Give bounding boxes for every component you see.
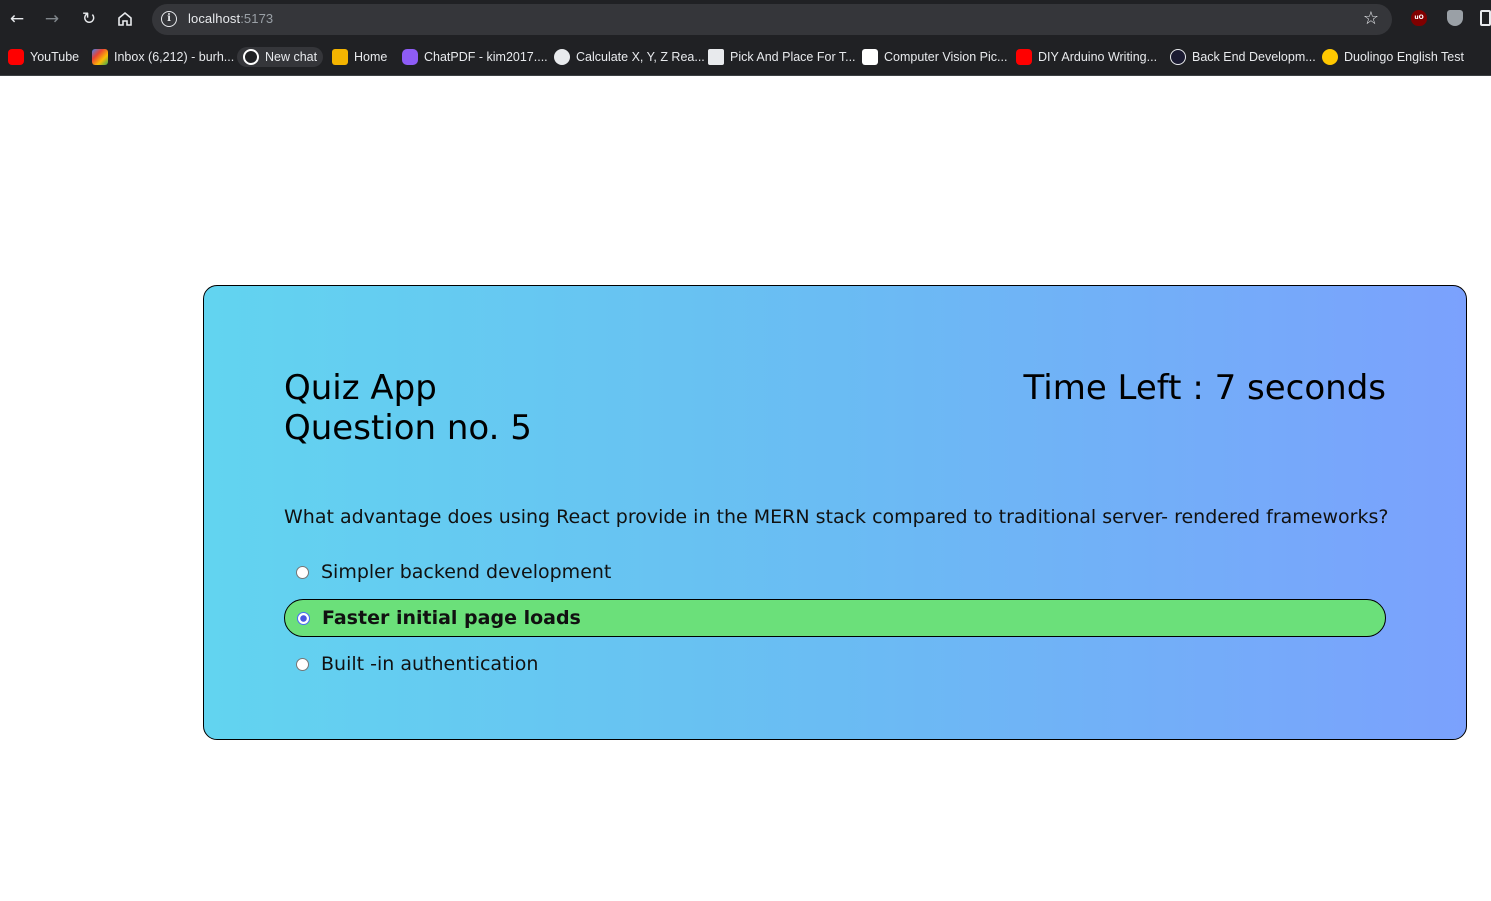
bookmark-label: Calculate X, Y, Z Rea...: [576, 50, 705, 64]
quiz-card: Quiz App Question no. 5 Time Left : 7 se…: [203, 285, 1467, 740]
option-simpler-backend[interactable]: Simpler backend development: [284, 553, 1386, 591]
time-left: Time Left : 7 seconds: [1023, 368, 1386, 408]
shield-extension-icon[interactable]: [1447, 10, 1463, 26]
reload-icon: ↻: [81, 9, 97, 29]
bookmark-label: Inbox (6,212) - burh...: [114, 50, 235, 64]
url-host: localhost: [188, 11, 241, 26]
bookmark-new-chat[interactable]: New chat: [237, 47, 324, 67]
freecodecamp-icon: [1170, 49, 1186, 65]
option-built-in-auth[interactable]: Built -in authentication: [284, 645, 1386, 683]
arrow-right-icon: →: [44, 9, 60, 29]
reload-button[interactable]: ↻: [75, 5, 103, 33]
bookmark-label: Pick And Place For T...: [730, 50, 856, 64]
bookmark-diy-arduino[interactable]: DIY Arduino Writing...: [1016, 47, 1157, 67]
option-label: Faster initial page loads: [322, 607, 581, 629]
home-icon: [118, 11, 132, 26]
radio-button[interactable]: [296, 565, 309, 579]
bookmark-label: Duolingo English Test: [1344, 50, 1464, 64]
bookmark-calculate[interactable]: Calculate X, Y, Z Rea...: [554, 47, 705, 67]
bookmark-label: Computer Vision Pic...: [884, 50, 1008, 64]
bookmark-back-end[interactable]: Back End Developm...: [1170, 47, 1316, 67]
bookmark-label: Back End Developm...: [1192, 50, 1316, 64]
ublock-extension-icon[interactable]: uO: [1411, 10, 1427, 26]
site-info-icon[interactable]: i: [161, 11, 177, 27]
back-button[interactable]: ←: [3, 5, 31, 33]
youtube-icon: [8, 49, 24, 65]
bookmark-label: New chat: [265, 50, 318, 64]
option-label: Built -in authentication: [321, 653, 539, 675]
duolingo-icon: [1322, 49, 1338, 65]
medium-icon: [862, 49, 878, 65]
option-faster-page-loads[interactable]: Faster initial page loads: [284, 599, 1386, 637]
classroom-icon: [332, 49, 348, 65]
bookmarks-bar: YouTube Inbox (6,212) - burh... New chat…: [0, 38, 1491, 76]
url-port: :5173: [240, 11, 274, 26]
openai-icon: [243, 49, 259, 65]
bookmark-label: Home: [354, 50, 388, 64]
bookmark-label: DIY Arduino Writing...: [1038, 50, 1158, 64]
option-label: Simpler backend development: [321, 561, 612, 583]
radio-button-checked[interactable]: [297, 611, 310, 625]
bookmark-pick-and-place[interactable]: Pick And Place For T...: [708, 47, 856, 67]
pirate-icon: [708, 49, 724, 65]
browser-toolbar: ← → ↻ i localhost:5173 ☆ uO: [0, 0, 1491, 38]
gmail-icon: [92, 49, 108, 65]
address-bar[interactable]: i localhost:5173 ☆: [152, 4, 1392, 35]
bookmark-gmail[interactable]: Inbox (6,212) - burh...: [92, 47, 234, 67]
extensions-puzzle-icon[interactable]: [1480, 10, 1491, 26]
home-button[interactable]: [111, 5, 139, 33]
bookmark-youtube[interactable]: YouTube: [8, 47, 79, 67]
question-number: Question no. 5: [284, 408, 532, 448]
youtube-icon: [1016, 49, 1032, 65]
globe-icon: [554, 49, 570, 65]
bookmark-computer-vision[interactable]: Computer Vision Pic...: [862, 47, 1007, 67]
bookmark-home[interactable]: Home: [332, 47, 387, 67]
bookmark-label: YouTube: [30, 50, 80, 64]
address-url[interactable]: localhost:5173: [188, 11, 273, 26]
chatpdf-icon: [402, 49, 418, 65]
arrow-left-icon: ←: [9, 9, 25, 29]
question-text: What advantage does using React provide …: [284, 506, 1389, 528]
bookmark-chatpdf[interactable]: ChatPDF - kim2017....: [402, 47, 548, 67]
bookmark-label: ChatPDF - kim2017....: [424, 50, 548, 64]
app-title: Quiz App: [284, 368, 437, 408]
forward-button[interactable]: →: [38, 5, 66, 33]
bookmark-duolingo[interactable]: Duolingo English Test: [1322, 47, 1464, 67]
radio-button[interactable]: [296, 657, 309, 671]
bookmark-star-icon[interactable]: ☆: [1363, 8, 1379, 29]
